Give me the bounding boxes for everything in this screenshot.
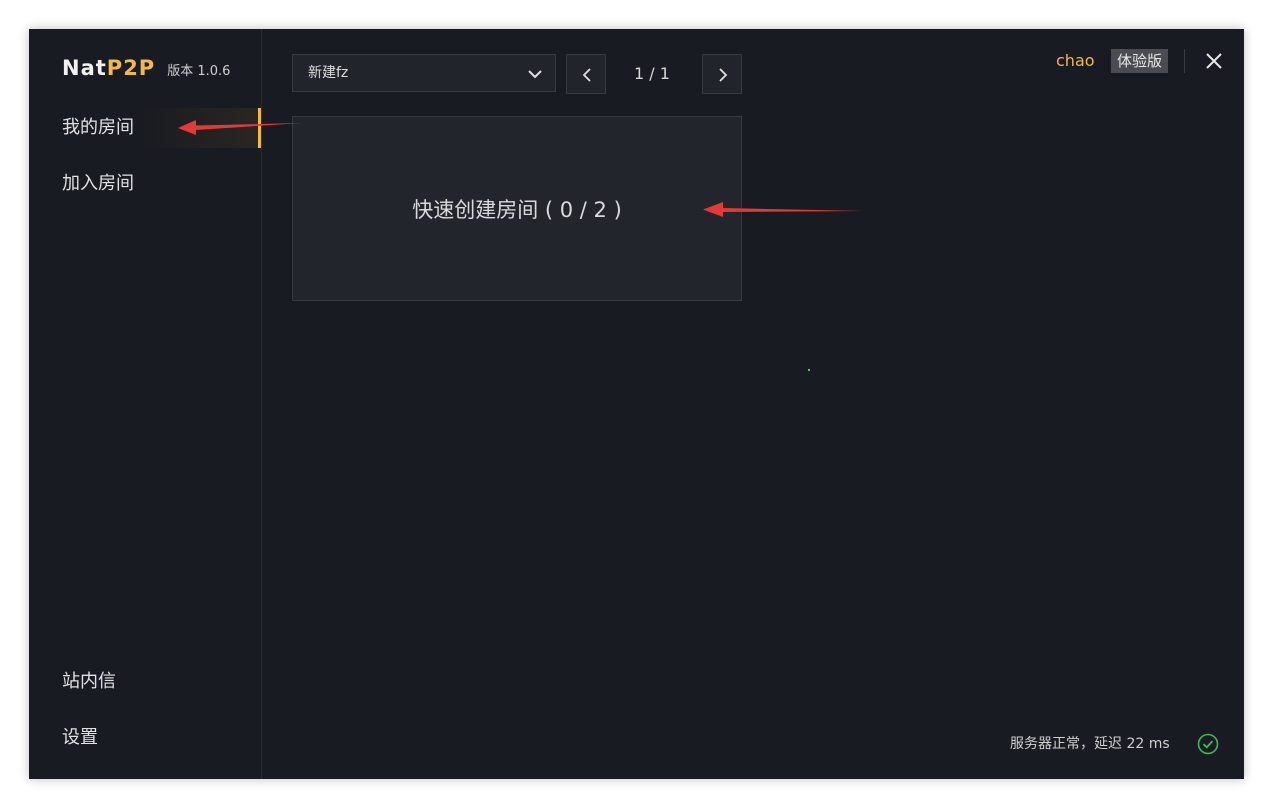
- sidebar-item-label: 加入房间: [62, 173, 134, 194]
- sidebar-item-label: 设置: [62, 727, 98, 748]
- sidebar-item-join-room[interactable]: 加入房间: [29, 164, 261, 204]
- group-select-value: 新建fz: [308, 65, 349, 81]
- prev-page-button[interactable]: [566, 54, 606, 94]
- plan-badge: 体验版: [1111, 49, 1169, 73]
- app-logo: Nat P2P 版本 1.0.6: [62, 56, 230, 80]
- annotation-arrow: [703, 202, 863, 217]
- indicator-dot: [808, 369, 810, 371]
- version-label: 版本 1.0.6: [167, 64, 231, 79]
- server-status-text: 服务器正常，延迟 22 ms: [1010, 736, 1170, 752]
- header-divider: [1184, 49, 1185, 73]
- main-panel: 新建fz 1 / 1 快速创建房间 ( 0 / 2 ) chao 体验版 服务器…: [262, 29, 1244, 779]
- brand-nat: Nat: [62, 56, 107, 80]
- group-select[interactable]: 新建fz: [292, 54, 556, 92]
- page-indicator: 1 / 1: [634, 64, 670, 83]
- sidebar: Nat P2P 版本 1.0.6 我的房间 加入房间 站内信 设置: [29, 29, 262, 779]
- sidebar-item-label: 站内信: [62, 671, 116, 692]
- sidebar-item-label: 我的房间: [62, 117, 134, 138]
- username[interactable]: chao: [1056, 49, 1095, 73]
- next-page-button[interactable]: [702, 54, 742, 94]
- sidebar-item-settings[interactable]: 设置: [29, 718, 261, 758]
- brand-p2p: P2P: [106, 56, 156, 80]
- chevron-right-icon: [719, 68, 728, 82]
- sidebar-item-messages[interactable]: 站内信: [29, 662, 261, 702]
- chevron-down-icon: [528, 70, 542, 79]
- close-icon[interactable]: [1202, 49, 1226, 73]
- check-circle-icon: [1197, 733, 1219, 755]
- annotation-arrow: [178, 120, 302, 135]
- quick-create-room-card[interactable]: 快速创建房间 ( 0 / 2 ): [292, 116, 742, 301]
- app-window: Nat P2P 版本 1.0.6 我的房间 加入房间 站内信 设置 新建fz 1…: [29, 29, 1244, 779]
- quick-create-room-label: 快速创建房间 ( 0 / 2 ): [412, 197, 622, 222]
- chevron-left-icon: [582, 68, 591, 82]
